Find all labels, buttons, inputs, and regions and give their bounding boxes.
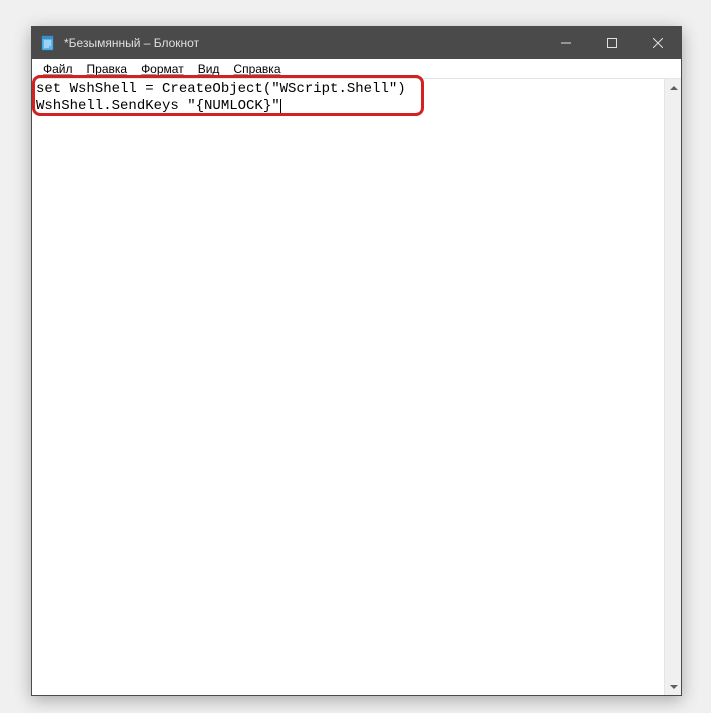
close-button[interactable]	[635, 27, 681, 59]
editor-container: set WshShell = CreateObject("WScript.She…	[32, 79, 681, 695]
notepad-window: *Безымянный – Блокнот Файл Правка Формат…	[31, 26, 682, 696]
notepad-icon	[40, 35, 56, 51]
menu-format[interactable]: Формат	[134, 61, 191, 77]
window-controls	[543, 27, 681, 59]
scroll-up-button[interactable]	[665, 79, 681, 96]
menu-view[interactable]: Вид	[191, 61, 227, 77]
code-line-2: WshShell.SendKeys "{NUMLOCK}"	[36, 98, 280, 114]
maximize-button[interactable]	[589, 27, 635, 59]
titlebar[interactable]: *Безымянный – Блокнот	[32, 27, 681, 59]
window-title: *Безымянный – Блокнот	[62, 36, 543, 50]
text-editor[interactable]: set WshShell = CreateObject("WScript.She…	[32, 79, 664, 695]
menu-help[interactable]: Справка	[226, 61, 287, 77]
vertical-scrollbar[interactable]	[664, 79, 681, 695]
minimize-button[interactable]	[543, 27, 589, 59]
code-line-1: set WshShell = CreateObject("WScript.She…	[36, 81, 406, 97]
menubar: Файл Правка Формат Вид Справка	[32, 59, 681, 79]
scrollbar-track[interactable]	[665, 96, 681, 678]
menu-file[interactable]: Файл	[36, 61, 80, 77]
text-cursor	[280, 99, 281, 114]
scroll-down-button[interactable]	[665, 678, 681, 695]
menu-edit[interactable]: Правка	[80, 61, 135, 77]
